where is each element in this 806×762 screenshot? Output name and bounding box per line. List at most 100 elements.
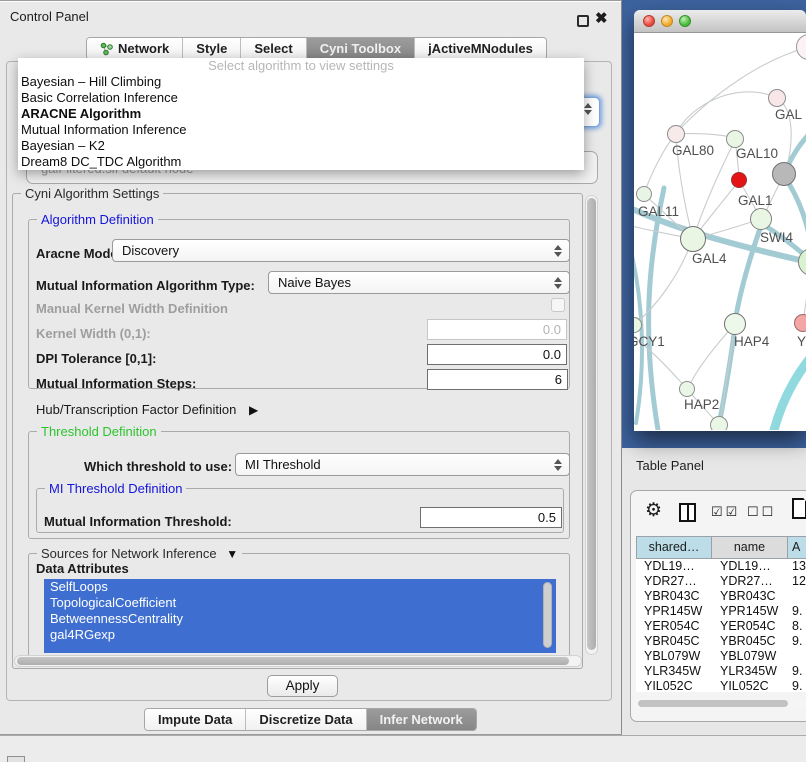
mi-threshold-field[interactable]: 0.5 (420, 507, 562, 528)
aracne-mode-label: Aracne Mode: (36, 246, 122, 261)
tab-label: Network (118, 38, 169, 59)
tab-jactivemnodules[interactable]: jActiveMNodules (414, 38, 546, 59)
table-row[interactable]: YDL19…YDL19…13 (636, 559, 806, 574)
expanded-arrow-icon: ▼ (226, 547, 238, 561)
tab-infer-network[interactable]: Infer Network (366, 709, 476, 730)
node-label-hap4: HAP4 (734, 334, 769, 349)
kernel-width-field[interactable]: 0.0 (427, 319, 567, 340)
tab-cyni-toolbox[interactable]: Cyni Toolbox (306, 38, 414, 59)
apply-button[interactable]: Apply (267, 675, 338, 697)
manual-kernel-checkbox[interactable] (551, 298, 565, 312)
table-horizontal-scrollbar[interactable] (636, 699, 806, 708)
table-row[interactable]: YBL079WYBL079W (636, 649, 806, 664)
tab-select[interactable]: Select (240, 38, 305, 59)
network-window-titlebar[interactable] (634, 10, 806, 33)
float-window-icon[interactable] (577, 15, 589, 27)
which-threshold-combo[interactable]: MI Threshold (235, 453, 570, 476)
mi-steps-field[interactable]: 6 (427, 369, 568, 390)
tab-discretize-data[interactable]: Discretize Data (245, 709, 365, 730)
node-label-gcy1: GCY1 (634, 334, 665, 349)
data-attributes-list[interactable]: SelfLoopsTopologicalCoefficientBetweenne… (44, 579, 556, 653)
mi-threshold-definition-title: MI Threshold Definition (45, 481, 186, 496)
tab-network[interactable]: Network (87, 38, 182, 59)
network-node[interactable] (772, 162, 796, 186)
node-label-gal4: GAL4 (692, 251, 727, 266)
network-node[interactable] (731, 172, 747, 188)
column-header-a[interactable]: A (788, 536, 806, 559)
network-node[interactable] (679, 381, 695, 397)
network-node[interactable] (636, 186, 652, 202)
select-all-checkboxes-icon[interactable]: ☑☑ (711, 504, 740, 520)
table-row[interactable]: YIL052CYIL052C9. (636, 679, 806, 692)
attribute-item-gal4rgexp[interactable]: gal4RGexp (44, 627, 556, 643)
attribute-item-betweennesscentrality[interactable]: BetweennessCentrality (44, 611, 556, 627)
table-cell: YLR345W (636, 664, 712, 679)
network-node[interactable] (750, 208, 772, 230)
algorithm-option-aracne-algorithm[interactable]: ARACNE Algorithm (18, 106, 584, 122)
which-threshold-label: Which threshold to use: (84, 459, 232, 474)
attribute-item-topologicalcoefficient[interactable]: TopologicalCoefficient (44, 595, 556, 611)
algorithm-option-basic-correlation-inference[interactable]: Basic Correlation Inference (18, 90, 584, 106)
node-label-y: Y (797, 334, 806, 349)
kernel-width-label: Kernel Width (0,1): (36, 326, 151, 341)
tab-label: Impute Data (158, 709, 232, 730)
tab-label: Style (196, 38, 227, 59)
algorithm-option-bayesian-hill-climbing[interactable]: Bayesian – Hill Climbing (18, 74, 584, 90)
stepper-up-down-icon (553, 458, 562, 472)
network-view-window: GALGAL80GAL10GAL1GAL11SWI4GAL4GCY1HAP4YH… (634, 10, 806, 431)
table-row[interactable]: YER054CYER054C8. (636, 619, 806, 634)
algorithm-options: Bayesian – Hill ClimbingBasic Correlatio… (18, 74, 584, 170)
minimize-traffic-light-icon[interactable] (661, 15, 673, 27)
tab-style[interactable]: Style (182, 38, 240, 59)
column-header-name[interactable]: name (712, 536, 788, 559)
aracne-mode-combo[interactable]: Discovery (112, 239, 570, 262)
stepper-up-down-icon (583, 102, 592, 116)
node-label-gal80: GAL80 (672, 143, 714, 158)
aracne-mode-value: Discovery (122, 243, 179, 258)
table-cell: YDR27… (712, 574, 788, 589)
document-icon[interactable] (792, 498, 806, 519)
deselect-all-checkboxes-icon[interactable]: ☐☐ (747, 504, 776, 520)
table-cell: YDL19… (712, 559, 788, 574)
hub-definition-label: Hub/Transcription Factor Definition (36, 402, 236, 417)
network-node[interactable] (680, 226, 706, 252)
tab-impute-data[interactable]: Impute Data (145, 709, 245, 730)
hub-definition-toggle[interactable]: Hub/Transcription Factor Definition ▶ (36, 402, 258, 417)
table-cell: YIL052C (636, 679, 712, 692)
table-row[interactable]: YBR045CYBR045C9. (636, 634, 806, 649)
algorithm-option-mutual-information-inference[interactable]: Mutual Information Inference (18, 122, 584, 138)
table-row[interactable]: YDR27…YDR27…12 (636, 574, 806, 589)
network-node[interactable] (724, 313, 746, 335)
gear-icon[interactable]: ⚙ (645, 499, 662, 522)
mi-type-combo[interactable]: Naive Bayes (268, 271, 570, 294)
algorithm-option-dream8-dc-tdc-algorithm[interactable]: Dream8 DC_TDC Algorithm (18, 154, 584, 170)
settings-horizontal-scrollbar[interactable] (14, 655, 582, 667)
settings-vertical-scrollbar[interactable] (585, 195, 598, 655)
algorithm-option-bayesian-k2[interactable]: Bayesian – K2 (18, 138, 584, 154)
manual-kernel-label: Manual Kernel Width Definition (36, 301, 228, 316)
collapsed-panel-icon[interactable] (7, 756, 25, 762)
bottom-status-strip (0, 735, 806, 762)
column-header-shared[interactable]: shared… (636, 536, 712, 559)
table-cell: 13 (788, 559, 806, 574)
node-label-gal: GAL (775, 107, 802, 122)
columns-icon[interactable] (679, 503, 696, 522)
network-node[interactable] (794, 314, 806, 332)
table-cell: 12 (788, 574, 806, 589)
attributes-scrollbar[interactable] (543, 582, 552, 648)
zoom-traffic-light-icon[interactable] (679, 15, 691, 27)
screen: Control Panel ✖ NetworkStyleSelectCyni T… (0, 0, 806, 762)
network-canvas[interactable]: GALGAL80GAL10GAL1GAL11SWI4GAL4GCY1HAP4YH… (634, 33, 806, 430)
close-traffic-light-icon[interactable] (643, 15, 655, 27)
network-node[interactable] (768, 89, 786, 107)
table-cell: YBR043C (712, 589, 788, 604)
close-icon[interactable]: ✖ (595, 9, 608, 27)
table-row[interactable]: YPR145WYPR145W9. (636, 604, 806, 619)
attribute-item-selfloops[interactable]: SelfLoops (44, 579, 556, 595)
table-row[interactable]: YLR345WYLR345W9. (636, 664, 806, 679)
table-row[interactable]: YBR043CYBR043C (636, 589, 806, 604)
sources-group-title[interactable]: Sources for Network Inference ▼ (37, 546, 242, 561)
network-node[interactable] (667, 125, 685, 143)
dpi-tolerance-field[interactable]: 0.0 (427, 344, 567, 365)
network-node[interactable] (710, 416, 728, 430)
